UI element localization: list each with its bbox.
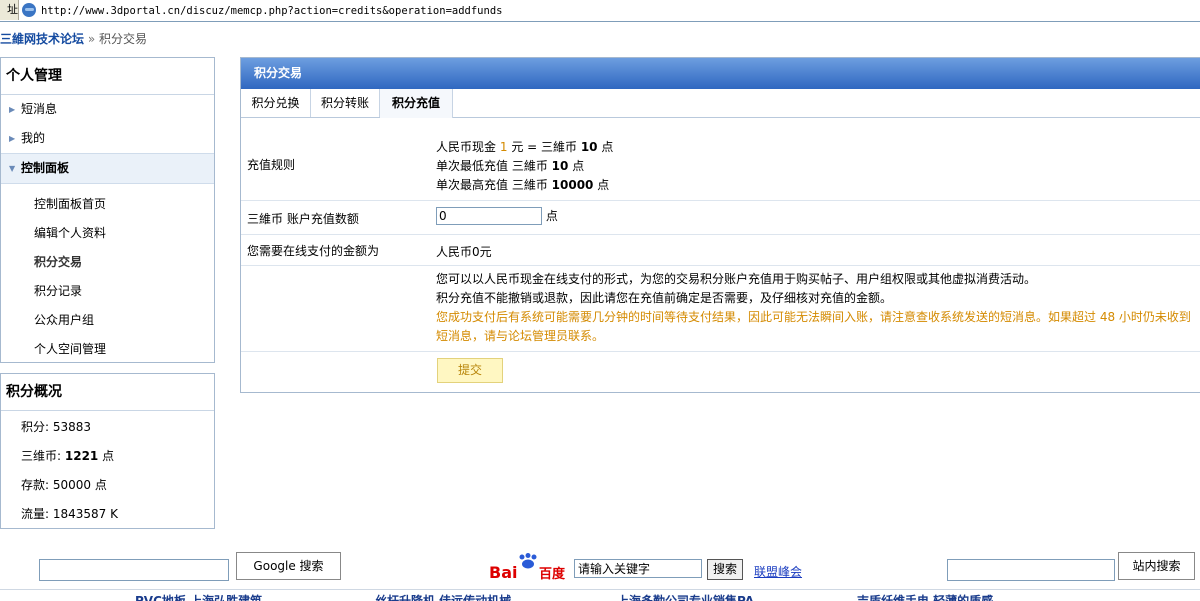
rule-text: 元 = 三維币 <box>511 140 577 154</box>
rule-unit: 点 <box>572 159 585 173</box>
amount-input[interactable] <box>436 207 542 225</box>
baidu-logo: Bai 百度 <box>489 553 569 583</box>
chevron-right-icon: ▶ <box>9 134 16 143</box>
baidu-search-button[interactable]: 搜索 <box>707 559 743 580</box>
search-footer: Google 搜索 Bai 百度 请输入关键字 搜索 联盟峰会 站内搜索 <box>0 548 1200 588</box>
notes: 您可以以人民币现金在线支付的形式，为您的交易积分账户充值用于购买帖子、用户组权限… <box>436 270 1200 346</box>
submit-button[interactable]: 提交 <box>437 358 503 383</box>
menu-item-label: 控制面板 <box>21 161 70 175</box>
tab-transfer[interactable]: 积分转账 <box>311 89 380 117</box>
stats-title: 积分概况 <box>1 374 214 411</box>
stat-value: 1221 <box>64 449 99 463</box>
pay-label: 您需要在线支付的金额为 <box>247 244 380 258</box>
menu-item-label: 短消息 <box>21 102 58 116</box>
union-link[interactable]: 联盟峰会 <box>754 563 802 580</box>
tab-exchange[interactable]: 积分兑换 <box>241 89 311 117</box>
credits-panel: 积分交易 积分兑换 积分转账 积分充值 充值规则 人民币现金 1 元 = 三維币… <box>240 57 1200 393</box>
rule-unit: 点 <box>601 140 614 154</box>
baidu-paw-icon <box>519 553 537 569</box>
amount-row: 三維币 账户充值数额 点 <box>241 200 1200 235</box>
stat-value: 50000 <box>52 478 92 492</box>
credits-overview: 积分概况 积分: 53883 三维币: 1221 点 存款: 50000 点 流… <box>0 373 215 529</box>
rules-row: 充值规则 人民币现金 1 元 = 三維币 10 点 单次最低充值 三維币 10 … <box>241 118 1200 201</box>
rules-values: 人民币现金 1 元 = 三維币 10 点 单次最低充值 三維币 10 点 单次最… <box>436 138 613 195</box>
breadcrumb-current: 积分交易 <box>99 32 148 46</box>
rule-text: 人民币现金 <box>436 140 497 154</box>
rule-value: 10000 <box>551 178 594 192</box>
rule-text: 单次最低充值 三維币 <box>436 159 548 173</box>
breadcrumb-site-link[interactable]: 三維网技术论坛 <box>0 32 84 46</box>
stat-label: 流量: <box>21 507 50 521</box>
menu-item-control-panel[interactable]: ▼ 控制面板 <box>1 153 214 184</box>
rule-line: 单次最低充值 三維币 10 点 <box>436 157 613 176</box>
menu-item-messages[interactable]: ▶ 短消息 <box>1 95 214 124</box>
panel-title: 积分交易 <box>241 58 1200 89</box>
submenu-control-home[interactable]: 控制面板首页 <box>1 190 214 219</box>
note-warning: 您成功支付后有系统可能需要几分钟的时间等待支付结果，因此可能无法瞬间入账，请注意… <box>436 310 1191 324</box>
stat-value: 1843587 <box>52 507 107 521</box>
site-search-button[interactable]: 站内搜索 <box>1118 552 1195 580</box>
stat-unit: K <box>110 507 119 521</box>
stat-row: 存款: 50000 点 <box>1 471 214 500</box>
note-warning: 短消息，请与论坛管理员联系。 <box>436 329 605 343</box>
tab-bar: 积分兑换 积分转账 积分充值 <box>241 89 1200 118</box>
stat-row: 三维币: 1221 点 <box>1 442 214 471</box>
submenu-space-manage[interactable]: 个人空间管理 <box>1 335 214 364</box>
stat-row: 流量: 1843587 K <box>1 500 214 529</box>
rule-line: 单次最高充值 三維币 10000 点 <box>436 176 613 195</box>
note-line: 积分充值不能撤销或退款，因此请您在充值前确定是否需要，及仔细核对充值的金额。 <box>436 291 893 305</box>
note-line: 您可以以人民币现金在线支付的形式，为您的交易积分账户充值用于购买帖子、用户组权限… <box>436 272 1037 286</box>
personal-menu: 个人管理 ▶ 短消息 ▶ 我的 ▼ 控制面板 控制面板首页 编辑个人资料 积分交易 积… <box>0 57 215 363</box>
submenu-edit-profile[interactable]: 编辑个人资料 <box>1 219 214 248</box>
ie-icon <box>22 3 36 17</box>
pay-row: 您需要在线支付的金额为 人民币0元 <box>241 234 1200 266</box>
stat-row: 积分: 53883 <box>1 413 214 442</box>
rule-number: 1 <box>499 140 508 154</box>
rules-label: 充值规则 <box>247 158 296 172</box>
google-search-button[interactable]: Google 搜索 <box>236 552 341 580</box>
stat-value: 53883 <box>52 420 92 434</box>
rule-text: 单次最高充值 三維币 <box>436 178 548 192</box>
menu-item-label: 我的 <box>21 131 46 145</box>
notes-row: 您可以以人民币现金在线支付的形式，为您的交易积分账户充值用于购买帖子、用户组权限… <box>241 265 1200 352</box>
tab-recharge[interactable]: 积分充值 <box>380 89 453 118</box>
submenu-credits-log[interactable]: 积分记录 <box>1 277 214 306</box>
baidu-logo-text: Bai <box>489 563 518 582</box>
breadcrumb: 三維网技术论坛 » 积分交易 <box>0 30 147 47</box>
rule-value: 10 <box>551 159 569 173</box>
submenu-credits-trade[interactable]: 积分交易 <box>1 248 214 277</box>
chevron-right-icon: ▶ <box>9 105 16 114</box>
stat-label: 积分: <box>21 420 50 434</box>
breadcrumb-separator: » <box>87 32 96 46</box>
rule-value: 10 <box>580 140 598 154</box>
submenu-public-groups[interactable]: 公众用户组 <box>1 306 214 335</box>
site-search-input[interactable] <box>947 559 1115 581</box>
address-bar: 址 http://www.3dportal.cn/discuz/memcp.ph… <box>0 0 1200 22</box>
baidu-logo-text: 百度 <box>539 567 566 582</box>
stat-label: 三维币: <box>21 449 62 463</box>
address-label: 址 <box>0 0 19 20</box>
stat-unit: 点 <box>94 478 107 492</box>
ad-links: PVC地板 上海弘胜建筑 丝杆升降机 佳远传动机械 上海多勤公司专业销售PA 吉… <box>0 589 1200 601</box>
amount-field-wrap: 点 <box>436 207 558 225</box>
pay-value: 人民币0元 <box>436 245 492 259</box>
rule-line: 人民币现金 1 元 = 三維币 10 点 <box>436 138 613 157</box>
stat-unit: 点 <box>102 449 115 463</box>
stat-label: 存款: <box>21 478 50 492</box>
amount-unit: 点 <box>545 209 558 223</box>
url-input[interactable]: http://www.3dportal.cn/discuz/memcp.php?… <box>41 0 502 22</box>
baidu-search-input[interactable]: 请输入关键字 <box>574 559 702 578</box>
menu-title: 个人管理 <box>1 58 214 95</box>
google-search-input[interactable] <box>39 559 229 581</box>
menu-item-my[interactable]: ▶ 我的 <box>1 124 214 153</box>
amount-label: 三維币 账户充值数额 <box>247 212 359 226</box>
chevron-down-icon: ▼ <box>9 164 16 173</box>
rule-unit: 点 <box>597 178 610 192</box>
